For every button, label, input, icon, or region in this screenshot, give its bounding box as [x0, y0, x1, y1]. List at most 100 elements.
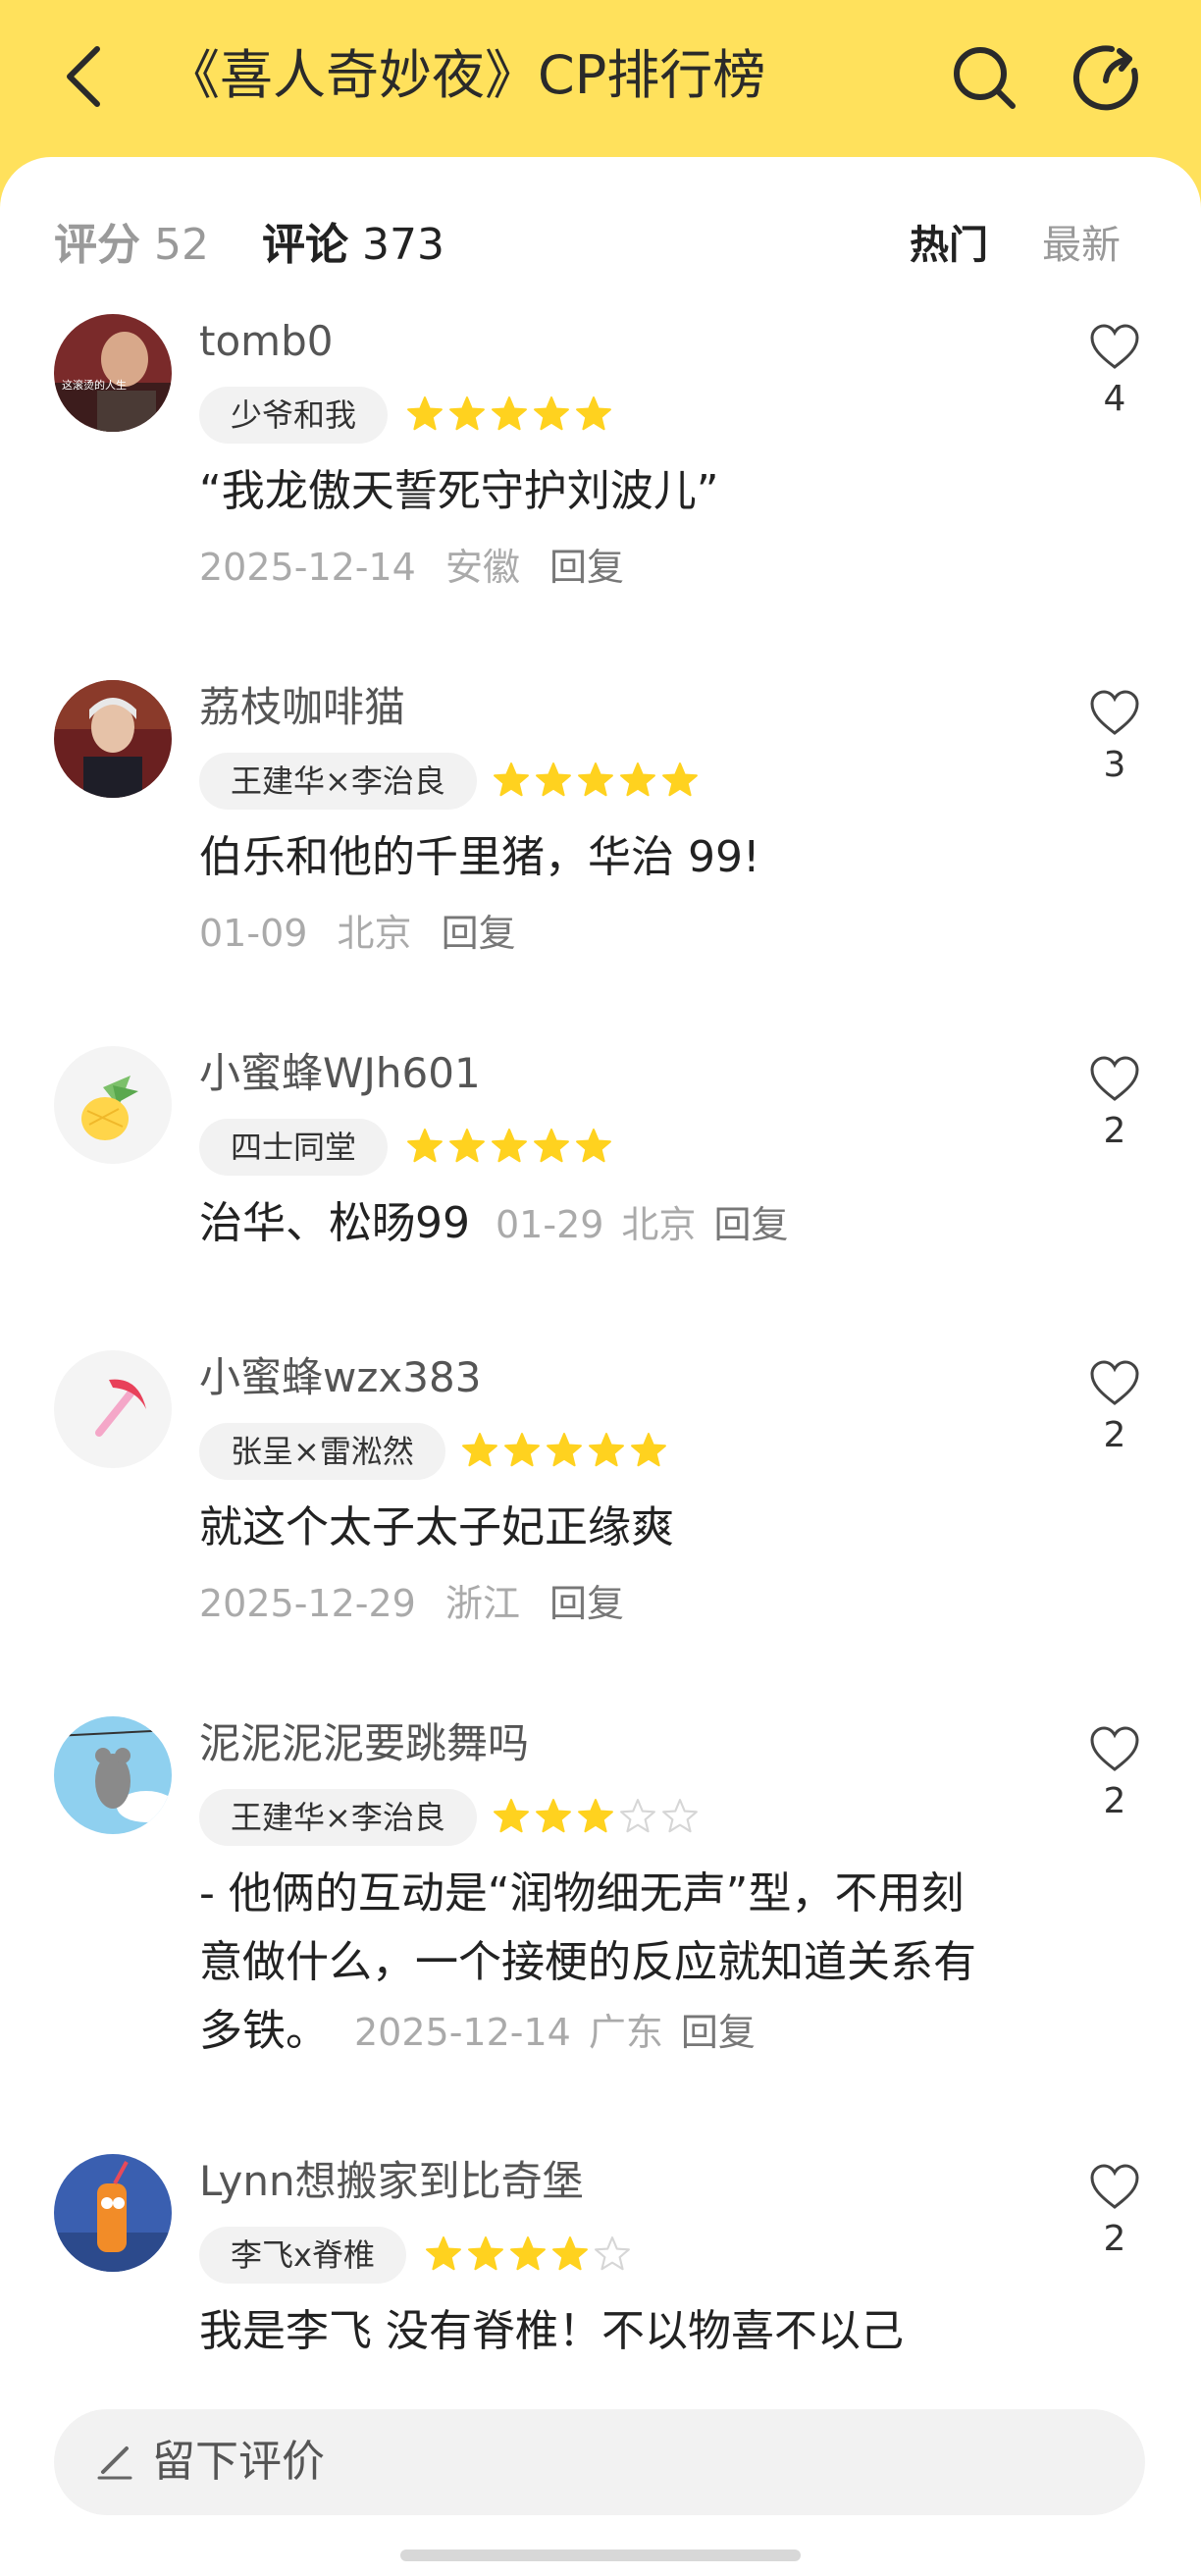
heart-outline-icon[interactable] [1089, 690, 1140, 737]
username[interactable]: 小蜜蜂wzx383 [199, 1350, 481, 1405]
share-button[interactable] [1072, 43, 1141, 112]
like-count: 2 [1103, 1415, 1126, 1455]
comment-date: 01-09 [199, 912, 308, 955]
comment-text: 治华、松旸99 [199, 1198, 470, 1248]
rating-stars [461, 1432, 672, 1471]
star-icon [494, 762, 529, 797]
star-icon [407, 396, 443, 431]
tab-score[interactable]: 评分 52 [54, 216, 209, 275]
star-icon [662, 1799, 698, 1833]
star-icon [492, 396, 527, 431]
cp-tag: 王建华×李治良 [199, 1789, 477, 1846]
comment-content: - 他俩的互动是“润物细无声”型，不用刻 意做什么，一个接梗的反应就知道关系有 … [199, 1860, 1082, 2067]
tab-score-count: 52 [154, 220, 209, 270]
avatar[interactable] [54, 680, 172, 798]
star-icon [595, 2236, 630, 2271]
avatar[interactable] [54, 1350, 172, 1468]
heart-outline-icon[interactable] [1089, 1726, 1140, 1773]
username[interactable]: 泥泥泥泥要跳舞吗 [199, 1716, 529, 1771]
avatar[interactable] [54, 1046, 172, 1164]
comment-location: 安徽 [444, 546, 520, 589]
rating-stars [425, 2235, 636, 2275]
back-button[interactable] [54, 39, 113, 113]
star-icon [578, 1799, 613, 1833]
like-count: 2 [1103, 1111, 1126, 1151]
heart-outline-icon[interactable] [1089, 1360, 1140, 1407]
tab-score-label: 评分 [54, 220, 140, 270]
star-icon [631, 1433, 666, 1467]
star-icon [426, 2236, 461, 2271]
username[interactable]: tomb0 [199, 314, 333, 369]
star-icon [547, 1433, 582, 1467]
like-count: 2 [1103, 1781, 1126, 1821]
star-icon [578, 762, 613, 797]
username[interactable]: 小蜜蜂WJh601 [199, 1046, 481, 1101]
username[interactable]: 荔枝咖啡猫 [199, 680, 405, 735]
avatar-caption: 这滚烫的人生 [62, 378, 127, 392]
star-icon [576, 1129, 611, 1163]
star-icon [407, 1129, 443, 1163]
tabs-row: 评分 52 评论 373 热门 最新 [54, 216, 1153, 275]
comment-date: 2025-12-14 [199, 546, 416, 589]
cp-tag: 四士同堂 [199, 1119, 389, 1176]
page-title: 《喜人奇妙夜》CP排行榜 [167, 44, 766, 106]
search-button[interactable] [950, 43, 1018, 112]
cp-tag: 张呈×雷淞然 [199, 1423, 445, 1480]
heart-outline-icon[interactable] [1089, 1056, 1140, 1103]
comment-content: “我龙傲天誓死守护刘波儿” [199, 466, 719, 516]
comment-date: 2025-12-29 [199, 1582, 416, 1625]
avatar[interactable] [54, 1716, 172, 1834]
comment-meta: 2025-12-29 浙江 回复 [199, 1576, 624, 1631]
star-icon [510, 2236, 546, 2271]
reply-button[interactable]: 回复 [713, 1203, 788, 1246]
star-icon [468, 2236, 503, 2271]
reply-button[interactable]: 回复 [681, 2011, 756, 2054]
avatar[interactable] [54, 2154, 172, 2272]
reply-button[interactable]: 回复 [549, 1582, 624, 1625]
comment-content: 我是李飞 没有脊椎！不以物喜不以己 [199, 2306, 904, 2356]
comment-text-line: 多铁。 [199, 2006, 329, 2056]
star-icon [534, 396, 569, 431]
tab-comments[interactable]: 评论 373 [262, 216, 444, 275]
rating-stars [406, 395, 617, 435]
review-input[interactable]: 留下评价 [54, 2409, 1145, 2515]
reply-button[interactable]: 回复 [442, 912, 516, 955]
comment-content: 就这个太子太子妃正缘爽 [199, 1502, 674, 1552]
star-icon [589, 1433, 624, 1467]
star-icon [449, 396, 485, 431]
heart-outline-icon[interactable] [1089, 2164, 1140, 2211]
star-icon [449, 1129, 485, 1163]
home-indicator [400, 2550, 801, 2561]
star-icon [536, 1799, 571, 1833]
star-icon [662, 762, 698, 797]
star-icon [620, 1799, 655, 1833]
comment-meta: 01-09 北京 回复 [199, 906, 516, 961]
like-count: 2 [1103, 2219, 1126, 2259]
star-icon [462, 1433, 497, 1467]
pen-icon [97, 2446, 132, 2480]
star-icon [620, 762, 655, 797]
comment-location: 浙江 [444, 1582, 520, 1625]
avatar[interactable]: 这滚烫的人生 [54, 314, 172, 432]
comment-meta: 2025-12-14 安徽 回复 [199, 540, 624, 595]
like-count: 4 [1103, 379, 1126, 419]
search-icon [954, 47, 1016, 109]
sort-hot-button[interactable]: 热门 [910, 216, 988, 275]
comments-panel: 评分 52 评论 373 热门 最新 这滚烫的人生 tomb0 少爷和我 “我龙傲天… [0, 157, 1201, 2576]
reply-button[interactable]: 回复 [549, 546, 624, 589]
comment-location: 广东 [588, 2011, 663, 2054]
star-icon [494, 1799, 529, 1833]
comment-date: 2025-12-14 [354, 2011, 571, 2054]
share-icon [1072, 45, 1138, 111]
star-icon [492, 1129, 527, 1163]
chevron-left-icon [67, 45, 100, 107]
cp-tag: 李飞x脊椎 [199, 2227, 406, 2284]
rating-stars [406, 1128, 617, 1167]
star-icon [552, 2236, 588, 2271]
review-input-placeholder: 留下评价 [152, 2437, 325, 2487]
star-icon [534, 1129, 569, 1163]
username[interactable]: Lynn想搬家到比奇堡 [199, 2154, 584, 2209]
sort-new-button[interactable]: 最新 [1042, 216, 1121, 275]
comment-date: 01-29 [496, 1203, 604, 1246]
heart-outline-icon[interactable] [1089, 324, 1140, 371]
